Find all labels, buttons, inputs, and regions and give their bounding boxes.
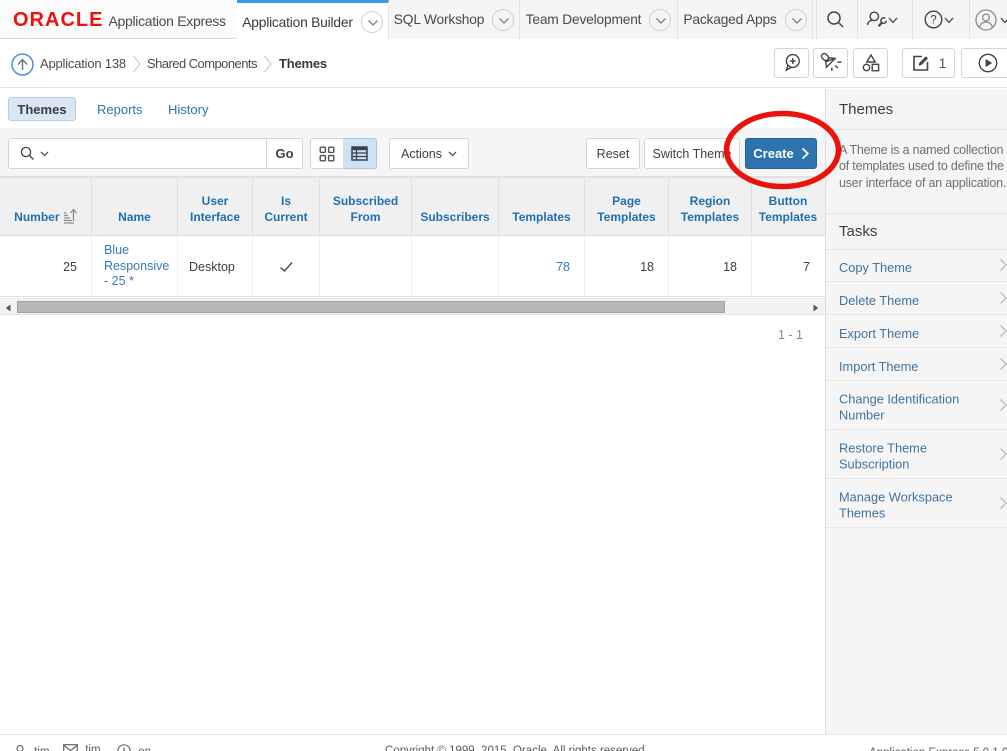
svg-text:?: ? xyxy=(930,15,936,27)
